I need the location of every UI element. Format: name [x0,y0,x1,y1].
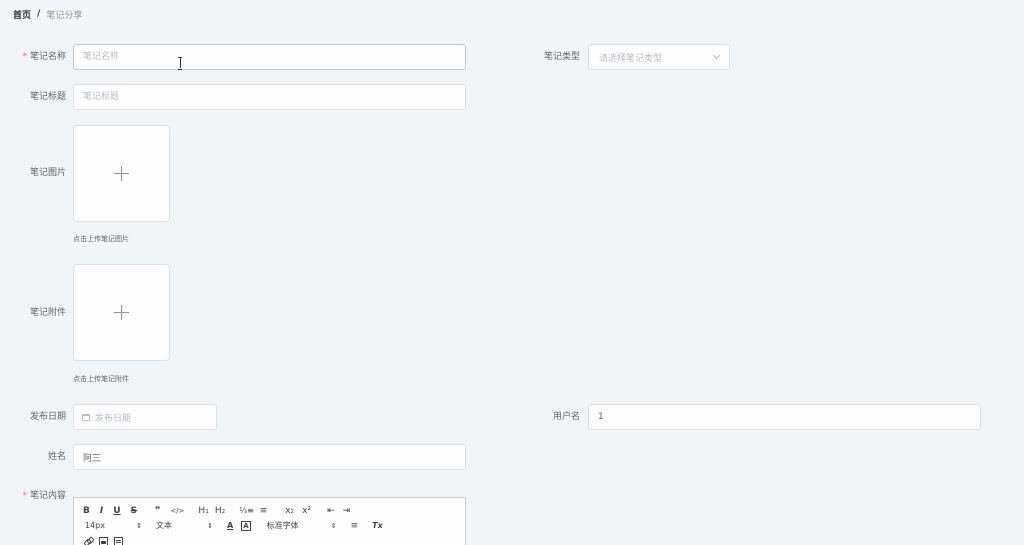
note-name-input[interactable] [73,44,466,70]
plus-icon [114,166,129,181]
ordered-list-button[interactable]: ⅓≡ [239,504,253,518]
note-name-label: * 笔记名称 [22,52,66,62]
clean-format-button[interactable]: Tx [372,519,383,533]
breadcrumb: 首页 / 笔记分享 [13,8,83,21]
note-type-label: 笔记类型 [543,52,580,62]
font-family-select[interactable]: 标准字体 ⇕ [267,519,337,533]
updown-icon: ⇕ [330,522,337,530]
underline-button[interactable]: U [113,504,120,518]
font-size-select[interactable]: 14px ⇕ [85,519,142,533]
full-name-input[interactable] [73,444,466,470]
header-2-button[interactable]: H₂ [215,504,225,518]
header-select[interactable]: 文本 ⇕ [156,519,213,533]
note-image-upload[interactable] [73,125,170,222]
note-title-label: 笔记标题 [29,92,66,102]
publish-date-placeholder: 发布日期 [95,413,132,424]
note-attachment-label: 笔记附件 [29,308,66,318]
required-mark: * [22,52,27,62]
video-icon[interactable] [114,536,123,545]
note-image-hint: 点击上传笔记图片 [73,235,129,243]
publish-date-label: 发布日期 [29,412,66,422]
superscript-button[interactable]: x² [302,504,311,518]
bold-button[interactable]: B [83,504,90,518]
breadcrumb-separator: / [37,9,41,19]
note-attachment-hint: 点击上传笔记附件 [73,375,129,383]
note-attachment-upload[interactable] [73,264,170,361]
header-1-button[interactable]: H₁ [198,504,208,518]
username-label: 用户名 [552,412,580,422]
note-type-placeholder: 请选择笔记类型 [599,53,663,64]
rich-text-editor[interactable]: B I U S ❞ </> H₁ H₂ ⅓≡ ≡ x₂ x² ⇤ ⇥ 14px ⇕… [73,497,466,545]
code-block-button[interactable]: </> [170,504,184,518]
background-color-button[interactable]: A [241,521,251,531]
blockquote-button[interactable]: ❞ [155,504,160,518]
editor-toolbar-row-1: B I U S ❞ </> H₁ H₂ ⅓≡ ≡ x₂ x² ⇤ ⇥ [83,504,360,518]
italic-button[interactable]: I [100,504,103,518]
font-color-button[interactable]: A [227,519,233,533]
username-input[interactable] [588,404,981,430]
publish-date-picker[interactable]: 发布日期 [73,404,217,430]
editor-toolbar-row-2: 14px ⇕ 文本 ⇕ A A 标准字体 ⇕ ≡ Tx [85,519,393,533]
image-icon[interactable] [99,536,108,545]
editor-toolbar-row-3 [84,534,129,545]
breadcrumb-current: 笔记分享 [46,10,83,21]
updown-icon: ⇕ [136,522,142,530]
indent-increase-button[interactable]: ⇥ [343,504,351,518]
link-icon[interactable] [84,537,93,545]
updown-icon: ⇕ [207,522,213,530]
text-cursor-icon [178,57,182,70]
note-type-select[interactable]: 请选择笔记类型 [588,44,730,70]
plus-icon [114,305,129,320]
note-title-input[interactable] [73,84,466,110]
breadcrumb-home[interactable]: 首页 [13,8,31,21]
align-button[interactable]: ≡ [351,519,359,533]
bullet-list-button[interactable]: ≡ [260,504,268,518]
required-mark: * [22,491,27,501]
full-name-label: 姓名 [47,452,66,462]
note-image-label: 笔记图片 [29,168,66,178]
subscript-button[interactable]: x₂ [285,504,294,518]
chevron-down-icon [712,51,721,60]
strike-button[interactable]: S [131,504,137,518]
indent-decrease-button[interactable]: ⇤ [327,504,335,518]
note-content-label: * 笔记内容 [22,491,66,501]
calendar-icon [82,413,90,421]
